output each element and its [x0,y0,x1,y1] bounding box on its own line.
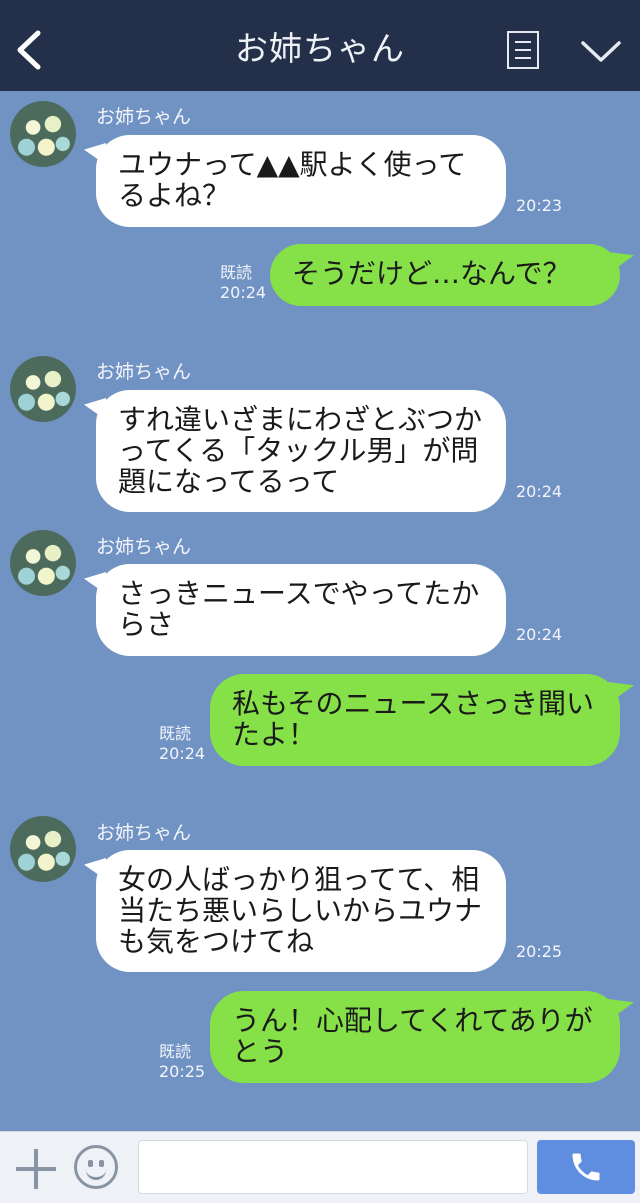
plus-icon[interactable] [16,1149,56,1189]
sender-name: お姉ちゃん [96,106,192,128]
sender-name: お姉ちゃん [96,361,192,383]
read-receipt: 既読 20:24 [220,263,266,303]
message-bubble-incoming[interactable]: ユウナって▲▲駅よく使ってるよね？ [84,135,506,227]
emoji-icon[interactable] [74,1145,118,1189]
sender-name: お姉ちゃん [96,822,192,844]
avatar[interactable] [10,816,76,882]
message-bubble-incoming[interactable]: 女の人ばっかり狙ってて、相当たち悪いらしいからユウナも気をつけてね [84,850,506,972]
read-receipt: 既読 20:25 [159,1042,205,1082]
read-label: 既読 [159,1042,192,1061]
message-time: 20:24 [516,482,563,501]
message-time: 20:23 [516,196,563,215]
call-button[interactable] [537,1140,635,1194]
message-list[interactable]: お姉ちゃん ユウナって▲▲駅よく使ってるよね？ 20:23 既読 20:24 そう… [0,91,640,1131]
message-text: ユウナって▲▲駅よく使ってるよね？ [118,148,467,212]
message-time: 20:24 [516,625,563,644]
chat-header: お姉ちゃん [0,0,640,91]
read-receipt: 既読 20:24 [159,724,205,764]
chat-title: お姉ちゃん [235,29,405,68]
message-text: そうだけど…なんで？ [292,257,571,290]
chevron-down-icon[interactable] [580,40,622,64]
avatar[interactable] [10,101,76,167]
message-bubble-incoming[interactable]: さっきニュースでやってたからさ [84,564,506,656]
message-time: 20:24 [220,283,267,302]
message-time: 20:25 [516,942,563,961]
read-label: 既読 [220,263,253,282]
message-text: さっきニュースでやってたからさ [118,577,480,641]
message-bubble-outgoing[interactable]: 私もそのニュースさっき聞いたよ！ [210,674,634,766]
message-bubble-incoming[interactable]: すれ違いざまにわざとぶつかってくる「タックル男」が問題になってるって [84,390,506,512]
message-text: うん！心配してくれてありがとう [232,1004,593,1068]
message-bubble-outgoing[interactable]: そうだけど…なんで？ [270,244,634,306]
composer-bar [0,1131,640,1203]
message-input[interactable] [138,1140,528,1194]
sender-name: お姉ちゃん [96,536,192,558]
avatar[interactable] [10,530,76,596]
message-time: 20:25 [159,1062,206,1081]
message-text: 私もそのニュースさっき聞いたよ！ [232,687,595,751]
phone-icon [572,1153,600,1181]
message-bubble-outgoing[interactable]: うん！心配してくれてありがとう [210,991,634,1083]
message-text: すれ違いざまにわざとぶつかってくる「タックル男」が問題になってるって [118,403,483,498]
message-time: 20:24 [159,744,206,763]
read-label: 既読 [159,724,192,743]
menu-icon[interactable] [507,31,539,69]
avatar[interactable] [10,356,76,422]
message-text: 女の人ばっかり狙ってて、相当たち悪いらしいからユウナも気をつけてね [118,863,483,958]
